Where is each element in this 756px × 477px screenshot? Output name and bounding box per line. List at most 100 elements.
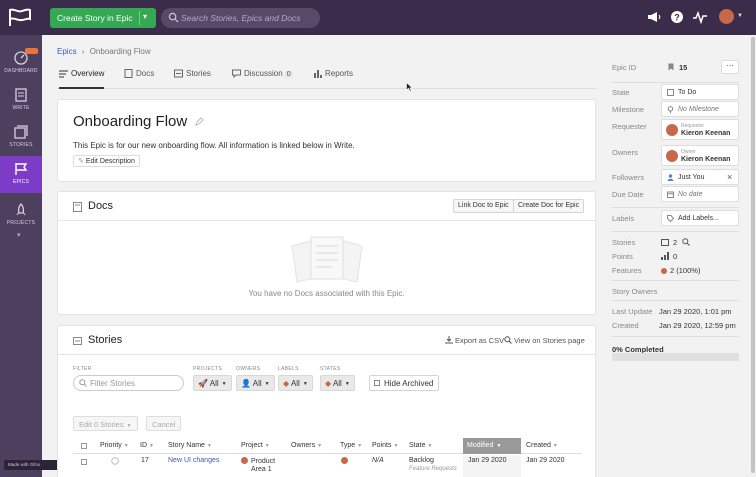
labels-filter-dropdown[interactable]: ◆ All ▼ — [278, 375, 313, 391]
user-icon: 👤 — [241, 379, 253, 388]
cancel-button[interactable]: Cancel — [146, 416, 182, 431]
project-cell[interactable]: Product — [241, 457, 275, 465]
tab-overview-label: Overview — [71, 69, 105, 78]
docs-empty-message: You have no Docs associated with this Ep… — [248, 289, 405, 298]
priority-icon[interactable] — [111, 457, 119, 465]
tab-discussion[interactable]: Discussion 0 — [232, 69, 293, 87]
filter-stories-input[interactable]: Filter Stories — [73, 375, 184, 391]
tab-stories[interactable]: Stories — [174, 69, 211, 87]
sidebar-divider — [612, 300, 739, 301]
col-story-name[interactable]: Story Name ▼ — [168, 442, 212, 449]
hide-archived-toggle[interactable]: Hide Archived — [369, 375, 439, 391]
epic-description: This Epic is for our new onboarding flow… — [73, 141, 355, 150]
magnify-icon — [504, 336, 512, 344]
col-type[interactable]: Type ▼ — [340, 442, 362, 449]
states-filter-dropdown[interactable]: ◆ All ▼ — [320, 375, 355, 391]
bookmark-icon — [668, 63, 674, 71]
story-points: N/A — [372, 457, 384, 464]
owners-filter-value: All — [252, 379, 262, 388]
signal-bars-icon — [661, 252, 669, 260]
bar-chart-icon — [314, 70, 322, 78]
nav-epics[interactable]: EPICS — [0, 156, 42, 193]
more-options-button[interactable]: ··· — [721, 60, 739, 74]
sort-icon: ▼ — [206, 443, 212, 449]
breadcrumb-epics-link[interactable]: Epics — [57, 47, 77, 56]
calendar-icon — [667, 191, 674, 198]
search-input[interactable]: Search Stories, Epics and Docs — [161, 8, 320, 28]
rocket-icon — [16, 203, 26, 216]
feature-type-icon — [341, 457, 351, 465]
nav-more-caret-icon[interactable]: ▾ — [17, 231, 21, 239]
table-row[interactable]: 17 New UI changes Product Area 1 N/A Bac… — [73, 455, 582, 477]
tab-stories-label: Stories — [186, 69, 211, 78]
epic-title[interactable]: Onboarding Flow — [73, 113, 187, 130]
megaphone-icon[interactable] — [647, 10, 661, 24]
col-points[interactable]: Points ▼ — [372, 442, 398, 449]
create-story-button[interactable]: Create Story in Epic ▾ — [50, 8, 156, 28]
edit-description-button[interactable]: ✎ Edit Description — [73, 155, 140, 167]
map-pin-icon — [667, 106, 674, 113]
add-labels-button[interactable]: Add Labels... — [661, 210, 739, 226]
tab-overview[interactable]: Overview — [59, 69, 105, 89]
create-dropdown-caret-icon[interactable]: ▾ — [143, 12, 147, 21]
edit-title-pencil-icon[interactable] — [195, 117, 204, 126]
story-owners-label: Story Owners — [612, 287, 658, 296]
epic-overview-card: Onboarding Flow This Epic is for our new… — [57, 99, 596, 182]
requester-avatar — [666, 124, 678, 136]
sort-icon: ▼ — [427, 443, 433, 449]
tab-docs[interactable]: Docs — [124, 69, 154, 87]
col-id[interactable]: ID ▼ — [140, 442, 154, 449]
doc-icon — [73, 202, 82, 212]
due-date-picker[interactable]: No date — [661, 186, 739, 202]
followers-chip[interactable]: Just You × — [661, 169, 739, 185]
col-points-label: Points — [372, 442, 392, 449]
filter-stories-placeholder: Filter Stories — [90, 379, 135, 388]
breadcrumb-current: Onboarding Flow — [89, 47, 151, 56]
col-state[interactable]: State ▼ — [409, 442, 432, 449]
view-stories-page-link[interactable]: View on Stories page — [504, 336, 585, 345]
left-nav: DASHBOARD WRITE STORIES EPICS PROJECTS ▾ — [0, 35, 42, 477]
nav-stories[interactable]: STORIES — [0, 119, 42, 156]
row-checkbox[interactable] — [81, 459, 87, 465]
sidebar-divider — [612, 231, 739, 232]
story-name-link[interactable]: New UI changes — [168, 457, 219, 464]
col-owners[interactable]: Owners ▼ — [291, 442, 322, 449]
avatar-caret-icon[interactable]: ▼ — [737, 13, 743, 19]
shortcut-logo-icon[interactable] — [8, 7, 32, 27]
stories-card: Stories Export as CSV View on Stories pa… — [57, 325, 596, 477]
scrollbar-thumb[interactable] — [751, 37, 755, 473]
link-doc-button[interactable]: Link Doc to Epic — [453, 199, 514, 213]
nav-projects[interactable]: PROJECTS — [0, 197, 42, 234]
sort-icon: ▼ — [264, 443, 270, 449]
state-value: To Do — [678, 89, 697, 96]
hide-archived-checkbox[interactable] — [374, 380, 380, 386]
export-csv-label: Export as CSV — [455, 336, 505, 345]
user-avatar[interactable] — [719, 9, 734, 24]
create-doc-button[interactable]: Create Doc for Epic — [513, 199, 585, 213]
owners-dropdown[interactable]: Owner Kieron Keenan — [661, 145, 739, 166]
edit-stories-button[interactable]: Edit 0 Stories ▼ — [73, 416, 138, 431]
owners-filter-label: OWNERS — [236, 366, 261, 372]
nav-write[interactable]: WRITE — [0, 82, 42, 119]
col-type-label: Type — [340, 442, 356, 449]
tab-reports-label: Reports — [325, 69, 354, 78]
tab-reports[interactable]: Reports — [313, 69, 353, 87]
add-labels-label: Add Labels... — [678, 215, 719, 222]
requester-dropdown[interactable]: Requester Kieron Keenan — [661, 119, 739, 140]
milestone-dropdown[interactable]: No Milestone — [661, 101, 739, 117]
col-priority[interactable]: Priority ▼ — [100, 442, 129, 449]
select-all-checkbox[interactable] — [81, 443, 87, 449]
col-created[interactable]: Created ▼ — [526, 442, 558, 449]
export-csv-link[interactable]: Export as CSV — [445, 336, 504, 345]
state-dropdown[interactable]: To Do — [661, 84, 739, 100]
remove-follower-icon[interactable]: × — [727, 172, 732, 182]
sort-icon: ▼ — [317, 443, 323, 449]
story-state[interactable]: Backlog — [409, 457, 434, 464]
activity-icon[interactable] — [693, 10, 707, 24]
projects-filter-dropdown[interactable]: 🚀 All ▼ — [193, 375, 232, 391]
owners-filter-dropdown[interactable]: 👤 All ▼ — [236, 375, 275, 391]
col-project[interactable]: Project ▼ — [241, 442, 270, 449]
help-icon[interactable]: ? — [670, 10, 684, 24]
col-modified[interactable]: Modified ▼ — [463, 438, 521, 454]
zoom-icon[interactable] — [682, 238, 691, 246]
